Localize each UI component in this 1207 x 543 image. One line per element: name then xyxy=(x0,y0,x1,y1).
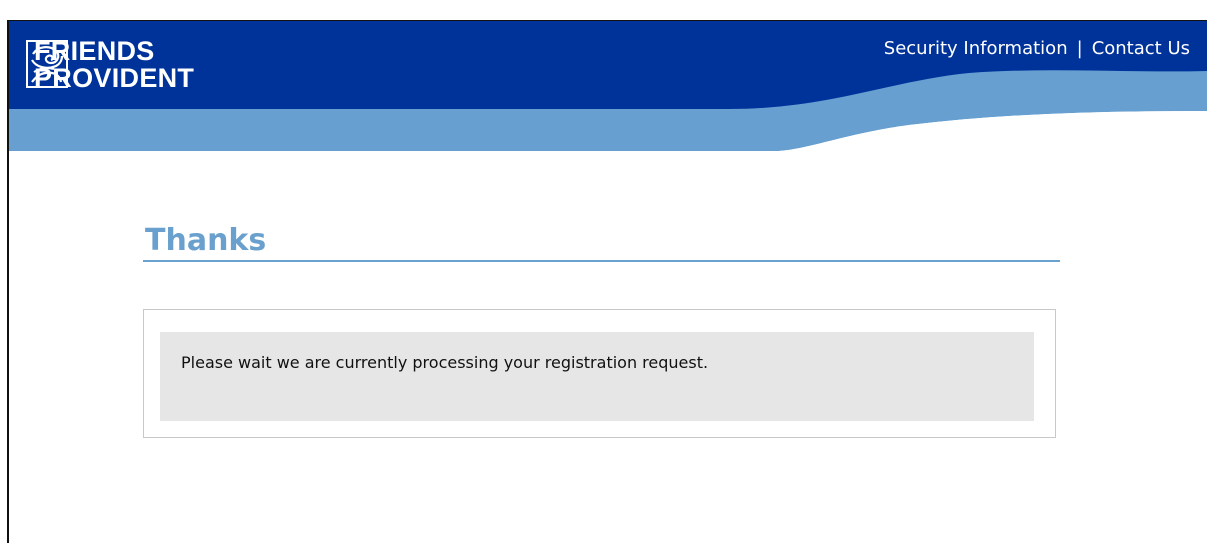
security-information-link[interactable]: Security Information xyxy=(884,38,1068,59)
header-banner: FRIENDS PROVIDENT Security Information |… xyxy=(9,21,1207,151)
brand-logo[interactable]: FRIENDS PROVIDENT xyxy=(26,38,194,94)
window: FRIENDS PROVIDENT Security Information |… xyxy=(0,0,1207,543)
rose-logo-icon xyxy=(26,40,68,88)
top-links: Security Information | Contact Us xyxy=(884,38,1190,59)
contact-us-link[interactable]: Contact Us xyxy=(1092,38,1190,59)
page-title: Thanks xyxy=(145,223,267,258)
link-separator: | xyxy=(1076,38,1083,59)
page-title-section: Thanks xyxy=(143,223,1060,262)
processing-message: Please wait we are currently processing … xyxy=(160,332,1034,421)
page: FRIENDS PROVIDENT Security Information |… xyxy=(7,20,1207,543)
message-panel: Please wait we are currently processing … xyxy=(143,309,1056,438)
